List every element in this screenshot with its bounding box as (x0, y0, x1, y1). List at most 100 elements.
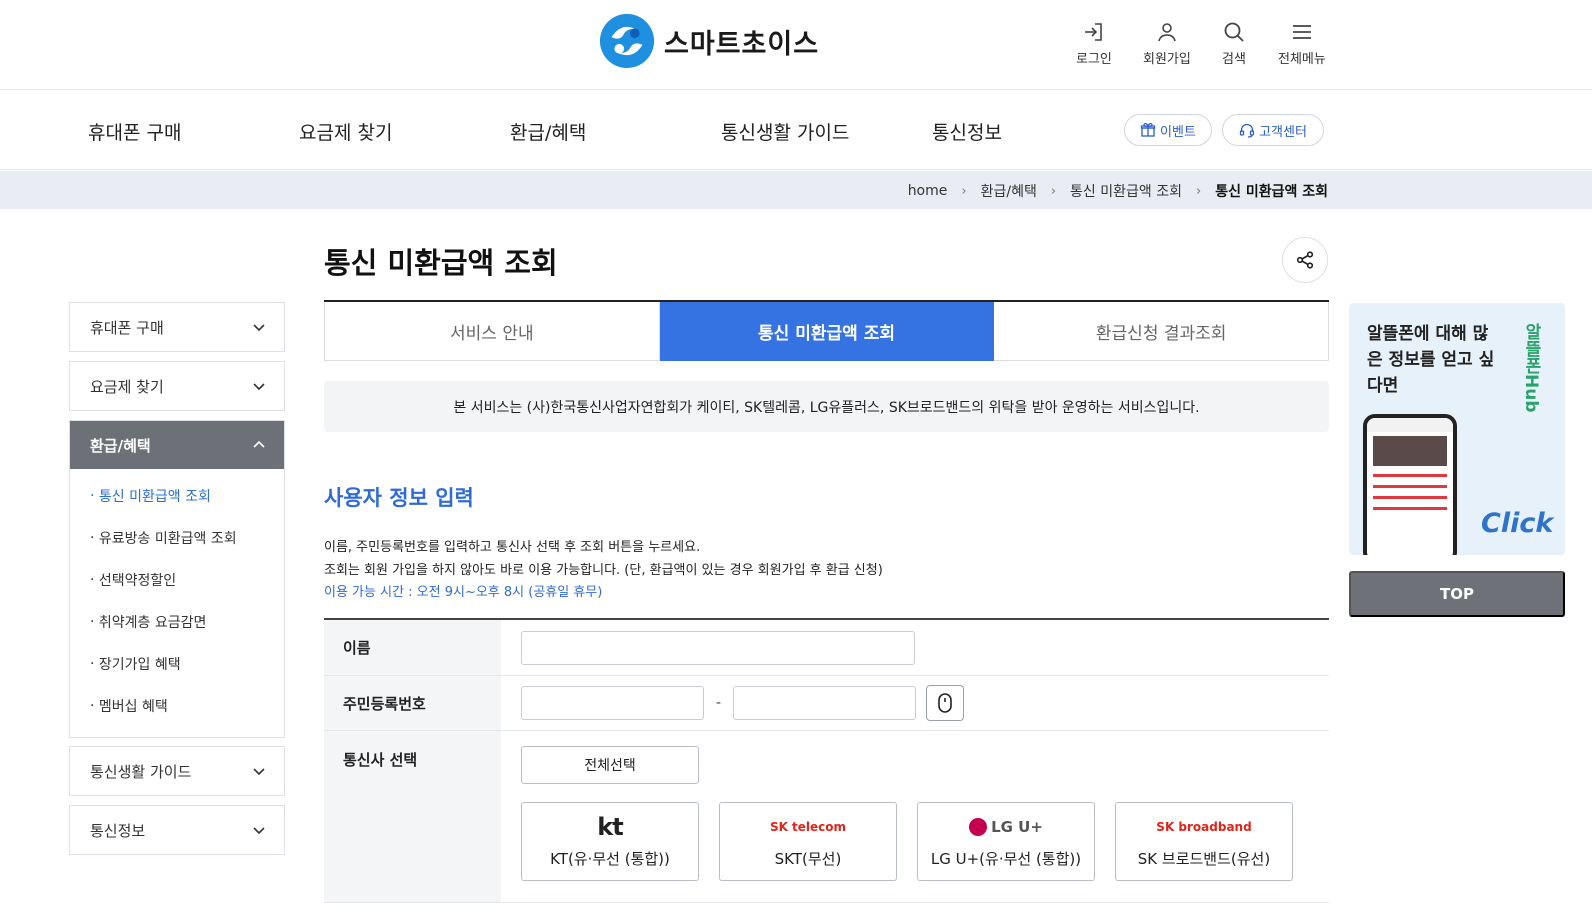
sidebar-item-telecom-refund[interactable]: · 통신 미환급액 조회 (70, 475, 284, 517)
logo[interactable]: 스마트초이스 (598, 12, 819, 70)
chevron-down-icon (253, 324, 265, 332)
nav-plan-finder[interactable]: 요금제 찾기 (299, 118, 392, 145)
user-icon (1158, 23, 1176, 42)
tab-refund-result[interactable]: 환급신청 결과조회 (994, 302, 1330, 361)
form-row-carrier: 통신사 선택 전체선택 kt KT(유·무선 (통합)) SK telecom … (324, 731, 1329, 903)
all-menu-link[interactable]: 전체메뉴 (1278, 20, 1326, 67)
mvno-hub-banner[interactable]: 알뜰폰에 대해 많은 정보를 얻고 싶다면 Click 알뜰폰Hub (1349, 303, 1565, 555)
sidebar-section-phone[interactable]: 휴대폰 구매 (69, 302, 285, 352)
chevron-right-icon: › (1050, 183, 1057, 199)
all-menu-label: 전체메뉴 (1278, 52, 1326, 67)
banner-text: 알뜰폰에 대해 많은 정보를 얻고 싶다면 (1367, 324, 1495, 396)
logo-mark-icon (599, 13, 655, 69)
service-hours: 이용 가능 시간 : 오전 9시~오후 8시 (공휴일 휴무) (324, 585, 603, 600)
event-label: 이벤트 (1160, 124, 1196, 140)
sidebar-item-label: 멤버십 혜택 (98, 699, 168, 715)
instruction-text: 조회는 회원 가입을 하지 않아도 바로 이용 가능합니다. (단, 환급액이 … (324, 563, 883, 578)
tab-bar: 서비스 안내 통신 미환급액 조회 환급신청 결과조회 (324, 300, 1330, 361)
login-icon (1084, 23, 1102, 41)
signup-link[interactable]: 회원가입 (1143, 20, 1191, 67)
sk-broadband-logo: SK broadband (1156, 820, 1252, 834)
login-link[interactable]: 로그인 (1076, 20, 1112, 67)
name-input[interactable] (521, 630, 915, 665)
sidebar-item-longterm-benefit[interactable]: · 장기가입 혜택 (70, 643, 284, 685)
share-button[interactable] (1282, 237, 1328, 283)
sidebar-item-label: 선택약정할인 (98, 573, 177, 589)
sidebar-section-label: 요금제 찾기 (90, 377, 164, 396)
rrn-separator: - (716, 695, 722, 711)
breadcrumb-lookup[interactable]: 통신 미환급액 조회 (1070, 181, 1182, 201)
page-title: 통신 미환급액 조회 (324, 246, 558, 280)
search-link[interactable]: 검색 (1222, 20, 1246, 67)
breadcrumb-home[interactable]: home (908, 183, 948, 199)
sidebar-section-refund-head[interactable]: 환급/혜택 (70, 421, 284, 469)
select-all-button[interactable]: 전체선택 (521, 746, 699, 784)
carrier-label: 통신사 선택 (324, 731, 501, 902)
login-label: 로그인 (1076, 52, 1112, 67)
form-row-name: 이름 (324, 620, 1329, 676)
chevron-down-icon (253, 768, 265, 776)
search-label: 검색 (1222, 52, 1246, 67)
event-button[interactable]: 이벤트 (1124, 114, 1212, 146)
sk-telecom-logo: SK telecom (769, 820, 847, 834)
sidebar-section-guide[interactable]: 통신생활 가이드 (69, 746, 285, 796)
secure-keypad-button[interactable] (926, 685, 965, 721)
sidebar-item-label: 취약계층 요금감면 (98, 615, 207, 631)
user-info-form: 이름 주민등록번호 - 통신사 선택 전체선택 kt KT(유·무선 (통합))… (324, 618, 1329, 903)
sidebar-item-vulnerable-discount[interactable]: · 취약계층 요금감면 (70, 601, 284, 643)
signup-label: 회원가입 (1143, 52, 1191, 67)
section-title: 사용자 정보 입력 (324, 486, 474, 510)
carrier-name: LG U+(유·무선 (통합)) (930, 850, 1082, 868)
nav-info[interactable]: 통신정보 (932, 118, 1002, 145)
chevron-right-icon: › (961, 183, 967, 199)
nav-guide[interactable]: 통신생활 가이드 (721, 118, 849, 145)
sidebar-item-contract-discount[interactable]: · 선택약정할인 (70, 559, 284, 601)
carrier-lgu-button[interactable]: LG U+ LG U+(유·무선 (통합)) (917, 802, 1095, 881)
sidebar-section-info[interactable]: 통신정보 (69, 805, 285, 855)
scroll-top-button[interactable]: TOP (1349, 571, 1565, 617)
service-notice: 본 서비스는 (사)한국통신사업자연합회가 케이티, SK텔레콤, LG유플러스… (324, 381, 1329, 432)
chevron-right-icon: › (1196, 183, 1202, 199)
carrier-kt-button[interactable]: kt KT(유·무선 (통합)) (521, 802, 699, 881)
carrier-name: SKT(무선) (774, 850, 842, 868)
carrier-name: KT(유·무선 (통합)) (550, 850, 670, 868)
phone-illustration-icon (1363, 414, 1457, 555)
share-icon (1296, 251, 1314, 269)
breadcrumb-current: 통신 미환급액 조회 (1215, 184, 1328, 200)
sidebar-section-label: 환급/혜택 (90, 436, 151, 455)
banner-click: Click (1481, 508, 1554, 539)
breadcrumb: home › 환급/혜택 › 통신 미환급액 조회 › 통신 미환급액 조회 (0, 171, 1592, 209)
sidebar-item-label: 장기가입 혜택 (98, 657, 181, 673)
lg-face-icon (969, 818, 988, 836)
tab-refund-lookup[interactable]: 통신 미환급액 조회 (659, 302, 995, 361)
rrn-front-input[interactable] (521, 686, 704, 720)
carrier-skt-button[interactable]: SK telecom SKT(무선) (719, 802, 897, 881)
tab-service-info[interactable]: 서비스 안내 (324, 302, 660, 361)
sidebar-section-label: 통신생활 가이드 (90, 762, 192, 781)
sidebar-item-label: 통신 미환급액 조회 (98, 489, 211, 505)
mouse-icon (938, 693, 952, 713)
breadcrumb-refund[interactable]: 환급/혜택 (981, 181, 1037, 201)
chevron-up-icon (253, 440, 265, 448)
support-button[interactable]: 고객센터 (1222, 114, 1324, 146)
carrier-name: SK 브로드밴드(유선) (1137, 850, 1271, 868)
sidebar-section-plans[interactable]: 요금제 찾기 (69, 361, 285, 411)
mvno-hub-logo: 알뜰폰Hub (1521, 323, 1541, 413)
nav-refund-benefit[interactable]: 환급/혜택 (510, 118, 586, 145)
rrn-back-input[interactable] (733, 686, 917, 720)
main-nav: 휴대폰 구매 요금제 찾기 환급/혜택 통신생활 가이드 통신정보 이벤트 고객… (0, 90, 1592, 170)
header: 스마트초이스 로그인 회원가입 검색 전체메뉴 (0, 0, 1592, 90)
sidebar-item-paytv-refund[interactable]: · 유료방송 미환급액 조회 (70, 517, 284, 559)
form-row-rrn: 주민등록번호 - (324, 676, 1329, 731)
brand-name: 스마트초이스 (664, 28, 820, 60)
nav-phone-purchase[interactable]: 휴대폰 구매 (88, 118, 181, 145)
sidebar-item-membership-benefit[interactable]: · 멤버십 혜택 (70, 685, 284, 727)
lg-uplus-logo: LG U+ (969, 814, 1043, 840)
carrier-skb-button[interactable]: SK broadband SK 브로드밴드(유선) (1115, 802, 1293, 881)
gift-icon (1140, 122, 1156, 137)
headset-icon (1239, 123, 1255, 138)
chevron-down-icon (253, 827, 265, 835)
sidebar-section-label: 휴대폰 구매 (90, 318, 164, 337)
rrn-label: 주민등록번호 (324, 676, 501, 730)
sidebar-item-label: 유료방송 미환급액 조회 (98, 531, 237, 547)
